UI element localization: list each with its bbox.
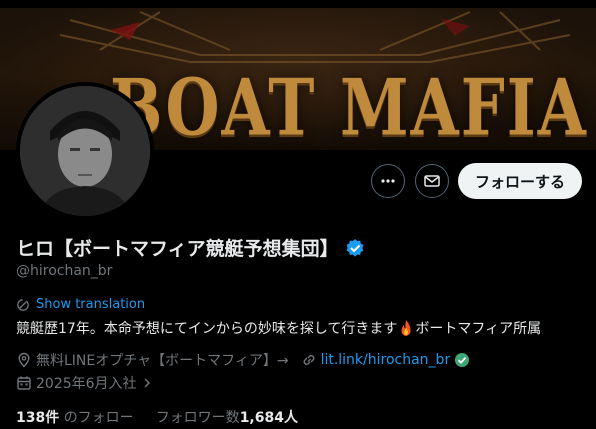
- envelope-icon: [424, 175, 440, 187]
- bio-text-part2: ボートマフィア所属: [415, 321, 542, 337]
- display-name: ヒロ【ボートマフィア競艇予想集団】: [16, 238, 339, 260]
- more-button[interactable]: [371, 164, 405, 198]
- bio-text-part1: 競艇歴17年。本命予想にてインからの妙味を探して行きます: [16, 321, 398, 337]
- chevron-right-icon: [144, 378, 150, 388]
- link-icon: [303, 354, 315, 366]
- joined-date: 2025年6月入社: [36, 376, 137, 392]
- joined-row: 2025年6月入社: [16, 373, 153, 393]
- joined-item[interactable]: 2025年6月入社: [16, 373, 153, 393]
- verified-badge-icon[interactable]: [345, 238, 365, 258]
- followers-label: フォロワー数: [155, 410, 240, 426]
- website-link[interactable]: lit.link/hirochan_br: [321, 352, 451, 368]
- bio: 競艇歴17年。本命予想にてインからの妙味を探して行きます ボートマフィア所属: [16, 318, 541, 338]
- check-badge-emoji: [455, 353, 470, 367]
- follow-button[interactable]: フォローする: [458, 163, 582, 199]
- calendar-icon: [17, 376, 31, 390]
- following-label: のフォロー: [63, 410, 134, 426]
- avatar[interactable]: [16, 82, 154, 220]
- more-dots-icon: [381, 179, 395, 183]
- translate-icon: [17, 298, 29, 311]
- banner-top-strip: [0, 0, 596, 8]
- banner-title: BOAT MAFIA: [110, 62, 588, 150]
- location-text: 無料LINEオプチャ【ボートマフィア】→: [36, 353, 289, 369]
- avatar-portrait: [20, 86, 150, 216]
- message-button[interactable]: [415, 164, 449, 198]
- followers-count: 1,684人: [239, 410, 298, 426]
- fire-emoji: [401, 320, 411, 336]
- website-item[interactable]: lit.link/hirochan_br: [301, 352, 471, 368]
- name-row: ヒロ【ボートマフィア競艇予想集団】: [16, 234, 365, 261]
- following-stat[interactable]: 138件 のフォロー: [16, 407, 134, 427]
- location-item: 無料LINEオプチャ【ボートマフィア】→: [16, 350, 289, 370]
- profile-meta-row: 無料LINEオプチャ【ボートマフィア】→ lit.link/hirochan_b…: [16, 350, 470, 370]
- following-count: 138件: [16, 410, 60, 426]
- location-pin-icon: [18, 352, 30, 368]
- translate-row[interactable]: Show translation: [16, 297, 145, 312]
- handle: @hirochan_br: [16, 263, 113, 279]
- followers-stat[interactable]: フォロワー数1,684人: [156, 407, 298, 427]
- follow-stats: 138件 のフォロー フォロワー数1,684人: [16, 407, 298, 427]
- show-translation-link[interactable]: Show translation: [36, 297, 145, 312]
